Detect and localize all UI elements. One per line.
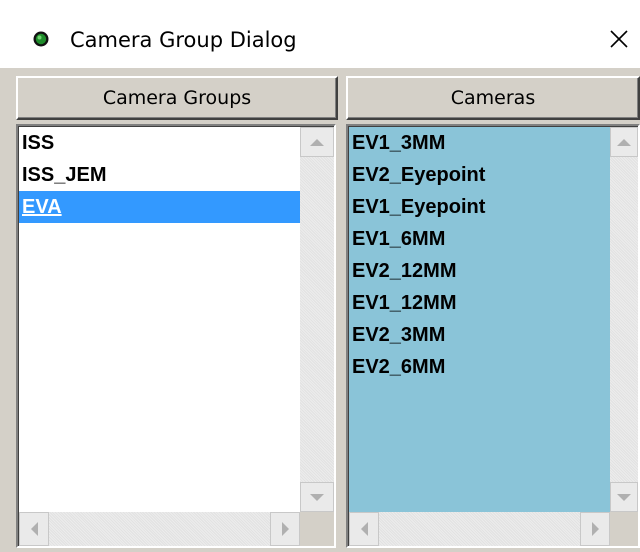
camera-groups-header[interactable]: Camera Groups (16, 76, 338, 120)
camera-item[interactable]: EV1_12MM (349, 287, 610, 319)
dialog-body: Camera Groups ISS ISS_JEM EVA Cameras EV1_… (0, 68, 640, 552)
arrow-left-icon (360, 522, 368, 536)
groups-vertical-scrollbar[interactable] (300, 127, 334, 512)
camera-group-item[interactable]: ISS (19, 127, 300, 159)
close-button[interactable] (598, 16, 640, 62)
arrow-left-icon (30, 522, 38, 536)
camera-item[interactable]: EV1_Eyepoint (349, 191, 610, 223)
camera-group-item[interactable]: EVA (19, 191, 300, 223)
cameras-scroll-up-button[interactable] (610, 127, 638, 157)
cameras-horizontal-scrollbar[interactable] (349, 512, 638, 546)
arrow-right-icon (281, 522, 289, 536)
groups-horizontal-scrollbar[interactable] (19, 512, 334, 546)
cameras-listbox[interactable]: EV1_3MM EV2_Eyepoint EV1_Eyepoint EV1_6MM EV… (346, 124, 640, 548)
title-bar[interactable]: Camera Group Dialog (0, 0, 640, 68)
camera-item[interactable]: EV1_6MM (349, 223, 610, 255)
groups-scrollbar-corner (300, 512, 334, 546)
groups-scroll-right-button[interactable] (270, 512, 300, 546)
app-icon (33, 31, 49, 47)
cameras-scrollbar-corner (610, 512, 638, 546)
window-title: Camera Group Dialog (70, 28, 297, 52)
camera-item[interactable]: EV2_6MM (349, 351, 610, 383)
camera-item[interactable]: EV1_3MM (349, 127, 610, 159)
close-icon (610, 30, 628, 48)
cameras-scroll-left-button[interactable] (349, 512, 379, 546)
groups-scroll-left-button[interactable] (19, 512, 49, 546)
groups-scroll-up-button[interactable] (300, 127, 334, 157)
arrow-down-icon (310, 493, 324, 501)
cameras-header[interactable]: Cameras (346, 76, 640, 120)
arrow-up-icon (617, 138, 631, 146)
camera-group-item[interactable]: ISS_JEM (19, 159, 300, 191)
arrow-up-icon (310, 138, 324, 146)
camera-item[interactable]: EV2_3MM (349, 319, 610, 351)
groups-scroll-down-button[interactable] (300, 482, 334, 512)
camera-item[interactable]: EV2_12MM (349, 255, 610, 287)
camera-item[interactable]: EV2_Eyepoint (349, 159, 610, 191)
camera-groups-listbox[interactable]: ISS ISS_JEM EVA (16, 124, 336, 548)
cameras-vertical-scrollbar[interactable] (610, 127, 638, 512)
cameras-panel: Cameras EV1_3MM EV2_Eyepoint EV1_Eyepoint E… (340, 68, 640, 552)
arrow-right-icon (591, 522, 599, 536)
cameras-list[interactable]: EV1_3MM EV2_Eyepoint EV1_Eyepoint EV1_6MM EV… (349, 127, 610, 512)
arrow-down-icon (617, 493, 631, 501)
camera-groups-panel: Camera Groups ISS ISS_JEM EVA (10, 68, 340, 552)
camera-groups-list[interactable]: ISS ISS_JEM EVA (19, 127, 300, 512)
cameras-scroll-right-button[interactable] (580, 512, 610, 546)
cameras-scroll-down-button[interactable] (610, 482, 638, 512)
